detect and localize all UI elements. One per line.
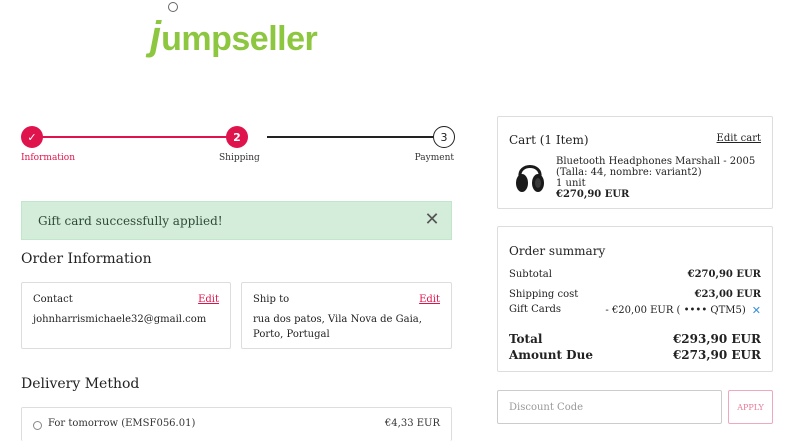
contact-card: Contact Edit johnharrismichaele32@gmail.… <box>21 282 231 349</box>
shipping-cost-label: Shipping cost <box>509 289 579 300</box>
order-information-title: Order Information <box>21 251 152 267</box>
logo-letter-j: j <box>150 14 162 58</box>
cart-panel: Cart (1 Item) Edit cart Bluetooth Headph… <box>497 116 773 209</box>
step-payment-label: Payment <box>414 153 454 163</box>
order-summary-title: Order summary <box>509 244 606 258</box>
edit-contact-link[interactable]: Edit <box>198 294 219 305</box>
gift-card-applied: - €20,00 EUR ( •••• QTM5) ✕ <box>605 304 761 317</box>
shipping-cost-row: Shipping cost €23,00 EUR <box>509 289 761 300</box>
success-alert: Gift card successfully applied! ✕ <box>21 201 452 240</box>
checkout-stepper: ✓ 2 3 Information Shipping Payment <box>21 126 455 166</box>
order-summary-panel: Order summary Subtotal €270,90 EUR Shipp… <box>497 226 773 372</box>
total-label: Total <box>509 332 543 346</box>
total-value: €293,90 EUR <box>672 332 761 346</box>
ship-to-card: Ship to Edit rua dos patos, Vila Nova de… <box>241 282 452 349</box>
step-payment-marker: 3 <box>433 126 455 148</box>
remove-gift-card-icon[interactable]: ✕ <box>752 304 761 317</box>
subtotal-row: Subtotal €270,90 EUR <box>509 269 761 280</box>
apply-discount-button[interactable]: APPLY <box>728 390 773 424</box>
step-connector-done <box>42 136 237 138</box>
ship-to-heading: Ship to <box>253 294 290 305</box>
discount-code-input[interactable] <box>497 390 722 424</box>
amount-due-label: Amount Due <box>509 348 593 362</box>
step-shipping-label: Shipping <box>219 153 260 163</box>
price-tag-icon <box>168 2 178 12</box>
amount-due-row: Amount Due €273,90 EUR <box>509 348 761 362</box>
cart-title: Cart (1 Item) <box>509 133 589 147</box>
gift-cards-row: Gift Cards - €20,00 EUR ( •••• QTM5) ✕ <box>509 304 761 317</box>
subtotal-value: €270,90 EUR <box>687 269 761 280</box>
delivery-option[interactable]: For tomorrow (EMSF056.01) €4,33 EUR <box>21 407 452 441</box>
gift-cards-label: Gift Cards <box>509 304 562 315</box>
contact-email: johnharrismichaele32@gmail.com <box>33 314 207 325</box>
gift-card-value: - €20,00 EUR ( •••• QTM5) <box>605 305 746 316</box>
step-information-label[interactable]: Information <box>21 153 75 163</box>
contact-heading: Contact <box>33 294 73 305</box>
close-icon[interactable]: ✕ <box>423 211 441 229</box>
step-shipping-marker: 2 <box>226 126 248 148</box>
shipping-address: rua dos patos, Vila Nova de Gaia, Porto,… <box>253 314 422 340</box>
product-price: €270,90 EUR <box>556 189 630 200</box>
step-connector-pending <box>267 136 433 138</box>
amount-due-value: €273,90 EUR <box>672 348 761 362</box>
delivery-option-price: €4,33 EUR <box>384 418 440 429</box>
delivery-method-title: Delivery Method <box>21 376 140 392</box>
subtotal-label: Subtotal <box>509 269 552 280</box>
logo-text: umpseller <box>161 20 318 58</box>
product-name: Bluetooth Headphones Marshall - 2005 (Ta… <box>556 156 756 178</box>
edit-ship-to-link[interactable]: Edit <box>419 294 440 305</box>
shipping-cost-value: €23,00 EUR <box>694 289 761 300</box>
jumpseller-logo[interactable]: j umpseller <box>150 2 318 58</box>
step-information-check-icon[interactable]: ✓ <box>21 126 43 148</box>
headphones-image <box>516 165 544 192</box>
edit-cart-link[interactable]: Edit cart <box>717 133 761 144</box>
delivery-radio[interactable] <box>33 421 42 430</box>
total-row: Total €293,90 EUR <box>509 332 761 346</box>
alert-message: Gift card successfully applied! <box>38 213 223 228</box>
delivery-option-label: For tomorrow (EMSF056.01) <box>48 418 196 429</box>
product-quantity: 1 unit <box>556 178 586 189</box>
